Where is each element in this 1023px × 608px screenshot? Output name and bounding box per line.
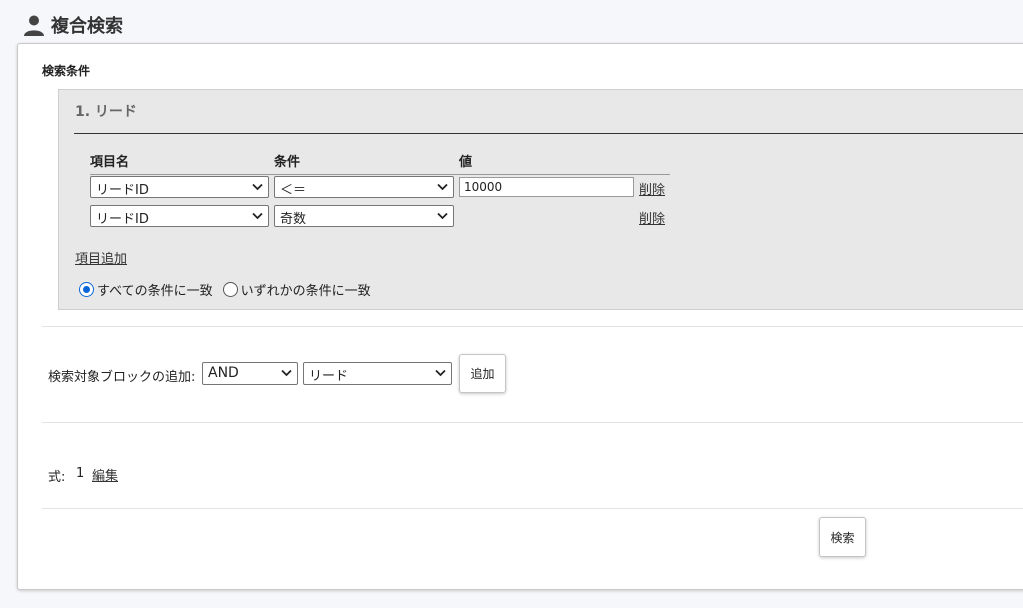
divider bbox=[42, 326, 1023, 327]
person-icon bbox=[24, 15, 44, 36]
target-select[interactable]: リード bbox=[303, 362, 452, 385]
delete-row-2-link[interactable]: 削除 bbox=[639, 208, 665, 227]
chevron-down-icon bbox=[281, 369, 292, 377]
page-title-text: 複合検索 bbox=[51, 16, 123, 37]
item-select-2[interactable]: リードID bbox=[90, 205, 269, 227]
formula-label: 式: bbox=[48, 470, 66, 485]
search-block: 1. リード 項目名 条件 値 リードID ＜＝ 削除 リードID 奇数 削除 … bbox=[58, 89, 1023, 310]
target-select-value: リード bbox=[309, 369, 349, 384]
chevron-down-icon bbox=[435, 369, 446, 377]
formula-edit-link[interactable]: 編集 bbox=[92, 465, 118, 484]
search-panel: 検索条件 1. リード 項目名 条件 値 リードID ＜＝ 削除 リードID 奇… bbox=[17, 43, 1023, 590]
criteria-label: 検索条件 bbox=[42, 64, 91, 78]
block-title: 1. リード bbox=[75, 104, 137, 120]
chevron-down-icon bbox=[252, 212, 263, 220]
condition-select-1-value: ＜＝ bbox=[280, 183, 307, 198]
column-header-condition: 条件 bbox=[274, 155, 301, 170]
match-any-radio[interactable] bbox=[222, 282, 238, 297]
match-any-label[interactable]: いずれかの条件に一致 bbox=[241, 280, 371, 299]
item-select-1-value: リードID bbox=[96, 183, 149, 198]
chevron-down-icon bbox=[437, 212, 448, 220]
column-header-value: 値 bbox=[459, 155, 473, 170]
add-item-link[interactable]: 項目追加 bbox=[75, 248, 127, 267]
add-block-label: 検索対象ブロックの追加: bbox=[48, 370, 196, 385]
column-header-divider bbox=[90, 174, 670, 175]
match-all-label[interactable]: すべての条件に一致 bbox=[97, 280, 213, 299]
chevron-down-icon bbox=[437, 183, 448, 191]
delete-row-1-link[interactable]: 削除 bbox=[639, 179, 665, 198]
search-button[interactable]: 検索 bbox=[819, 517, 866, 557]
match-mode-group: すべての条件に一致 いずれかの条件に一致 bbox=[79, 280, 371, 299]
operator-select[interactable]: AND bbox=[202, 362, 298, 385]
condition-select-2-value: 奇数 bbox=[280, 212, 307, 227]
formula-value: 1 bbox=[76, 466, 85, 481]
value-input-1[interactable] bbox=[459, 177, 634, 197]
item-select-2-value: リードID bbox=[96, 212, 149, 227]
operator-select-value: AND bbox=[208, 365, 239, 381]
divider bbox=[42, 422, 1023, 423]
block-divider bbox=[74, 133, 1023, 134]
match-all-radio[interactable] bbox=[79, 282, 94, 297]
condition-select-2[interactable]: 奇数 bbox=[274, 205, 454, 227]
item-select-1[interactable]: リードID bbox=[90, 176, 269, 198]
chevron-down-icon bbox=[252, 183, 263, 191]
add-block-button[interactable]: 追加 bbox=[459, 354, 506, 393]
divider bbox=[42, 508, 1023, 509]
page-title: 複合検索 bbox=[22, 12, 123, 38]
condition-select-1[interactable]: ＜＝ bbox=[274, 176, 454, 198]
column-header-item: 項目名 bbox=[90, 155, 130, 170]
